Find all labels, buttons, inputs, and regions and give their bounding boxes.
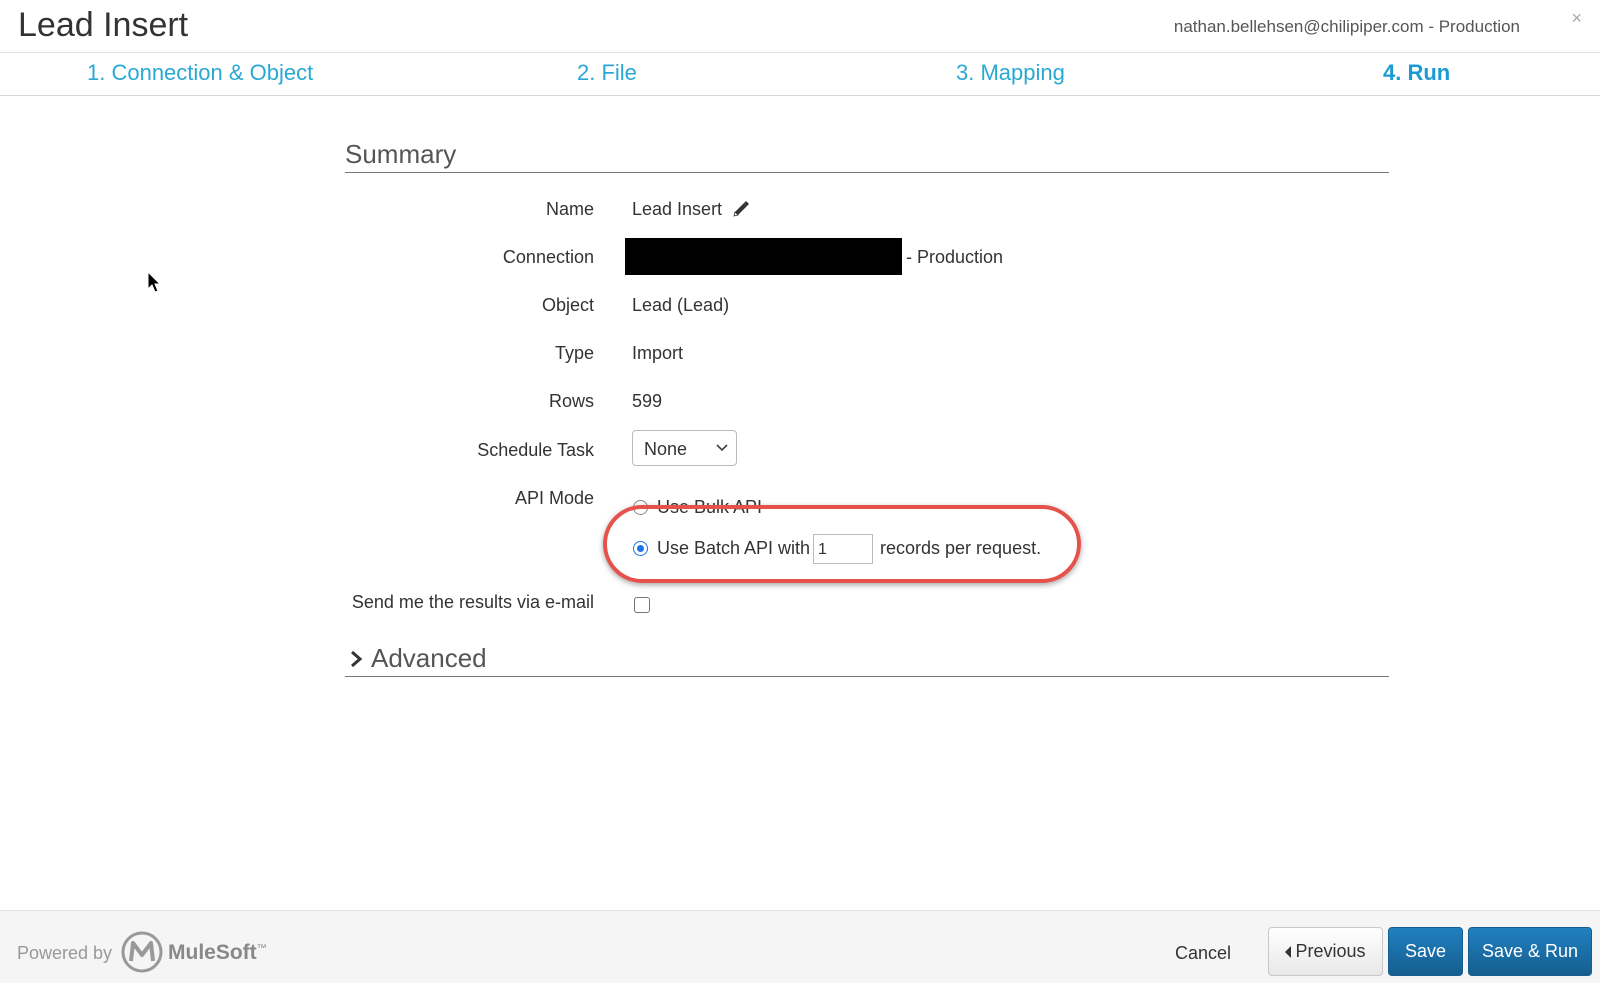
brand-name: MuleSoft	[168, 941, 257, 964]
summary-section-header: Summary	[345, 139, 1389, 173]
close-icon[interactable]: ×	[1571, 8, 1582, 29]
step-file[interactable]: 2. File	[577, 60, 637, 86]
object-value: Lead (Lead)	[632, 295, 730, 315]
pencil-icon[interactable]	[732, 200, 750, 218]
mouse-cursor-icon	[147, 271, 162, 293]
name-value: Lead Insert	[632, 199, 723, 219]
wizard-steps: 1. Connection & Object 2. File 3. Mappin…	[0, 52, 1600, 96]
api-mode-label: API Mode	[514, 488, 594, 508]
save-and-run-button[interactable]: Save & Run	[1468, 927, 1592, 976]
previous-label: Previous	[1295, 941, 1366, 961]
connection-suffix: - Production	[906, 247, 1004, 267]
modal-footer: Powered by MuleSoft™ Cancel Previous Sav…	[0, 910, 1600, 983]
schedule-task-select[interactable]: None	[632, 430, 737, 466]
step-run[interactable]: 4. Run	[1383, 60, 1450, 86]
name-label: Name	[545, 199, 594, 219]
chevron-right-icon	[351, 650, 363, 668]
summary-heading: Summary	[345, 139, 457, 169]
modal-header: Lead Insert nathan.bellehsen@chilipiper.…	[0, 0, 1600, 53]
save-label: Save	[1404, 941, 1447, 961]
previous-button[interactable]: Previous	[1268, 927, 1383, 976]
step-connection-object[interactable]: 1. Connection & Object	[87, 60, 313, 86]
object-label: Object	[541, 295, 594, 315]
brand-tm: ™	[256, 943, 267, 954]
chevron-down-icon	[716, 444, 728, 452]
connection-redacted	[625, 238, 902, 275]
save-run-label: Save & Run	[1481, 941, 1579, 961]
powered-by-label: Powered by	[17, 943, 113, 963]
caret-left-icon	[1285, 945, 1292, 958]
schedule-task-value: None	[644, 439, 688, 459]
highlight-ring	[603, 505, 1081, 583]
cancel-button[interactable]: Cancel	[1175, 943, 1231, 964]
type-value: Import	[632, 343, 684, 363]
schedule-task-label: Schedule Task	[477, 440, 594, 460]
mulesoft-brand: MuleSoft™	[168, 941, 267, 965]
account-label: nathan.bellehsen@chilipiper.com - Produc…	[1173, 17, 1520, 36]
save-button[interactable]: Save	[1388, 927, 1463, 976]
email-results-label: Send me the results via e-mail	[351, 592, 594, 612]
rows-label: Rows	[548, 391, 594, 411]
mulesoft-logo-icon	[121, 931, 163, 973]
advanced-section-toggle[interactable]: Advanced	[345, 642, 1389, 677]
rows-value: 599	[632, 391, 663, 411]
email-results-checkbox[interactable]	[634, 597, 650, 613]
step-mapping[interactable]: 3. Mapping	[956, 60, 1065, 86]
connection-label: Connection	[502, 247, 594, 267]
advanced-heading: Advanced	[371, 643, 487, 673]
modal-title: Lead Insert	[18, 6, 189, 44]
type-label: Type	[554, 343, 594, 363]
